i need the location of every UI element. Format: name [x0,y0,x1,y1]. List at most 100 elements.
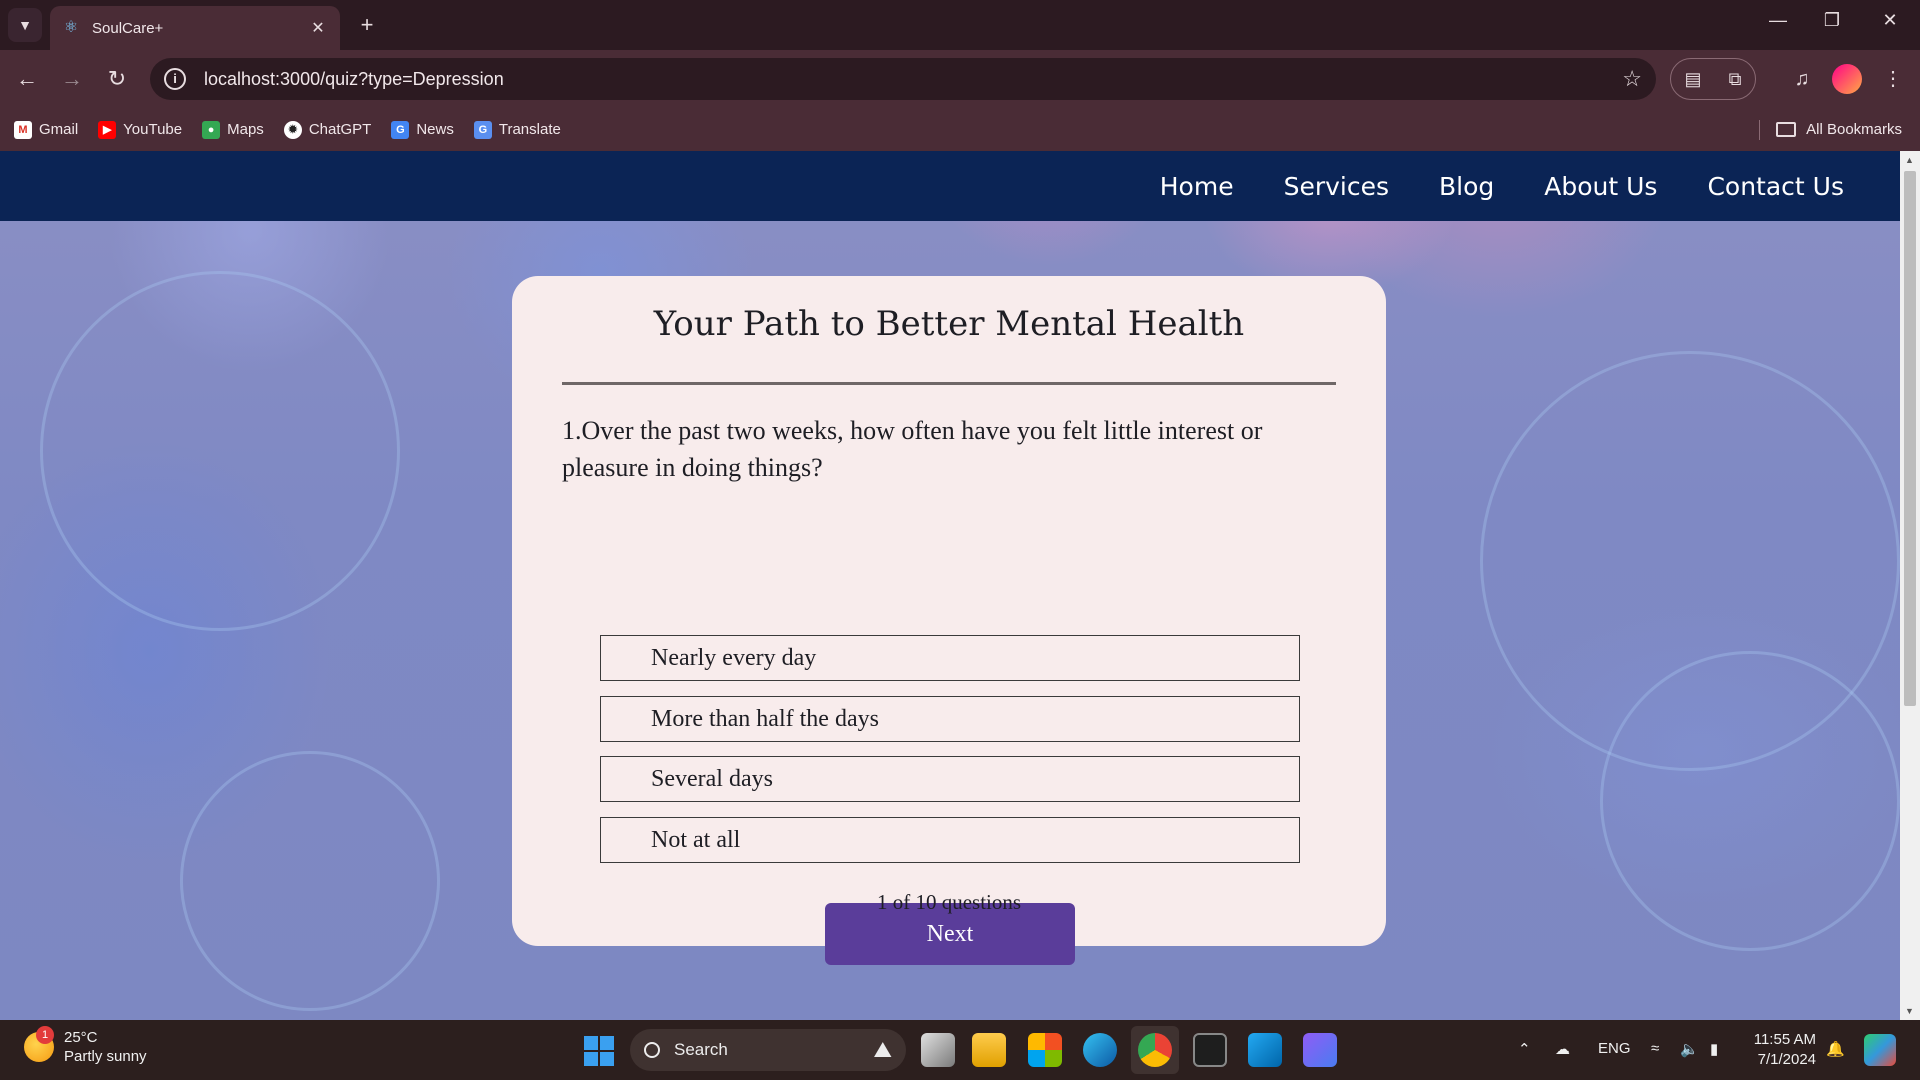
scroll-up-arrow-icon[interactable]: ▲ [1905,155,1914,165]
nav-about-us[interactable]: About Us [1544,172,1657,201]
bookmark-gmail[interactable]: M Gmail [14,120,79,139]
youtube-icon: ▶ [98,120,117,139]
news-icon: G [391,120,410,139]
weather-badge: 1 [36,1026,54,1044]
search-icon [644,1042,660,1058]
battery-icon[interactable]: ▮ [1710,1040,1718,1058]
title-divider [562,382,1336,385]
volume-icon[interactable]: 🔈 [1680,1040,1699,1058]
vscode-icon[interactable] [1248,1033,1282,1067]
browser-tab-bar: ▼ ⚛ SoulCare+ ✕ + — ❐ ✕ [0,0,1920,50]
translate-icon: G [473,120,492,139]
microsoft-store-icon[interactable] [1028,1033,1062,1067]
tab-title: SoulCare+ [92,19,164,37]
quiz-question: 1.Over the past two weeks, how often hav… [562,416,1263,482]
chrome-icon[interactable] [1138,1033,1172,1067]
taskbar-search-label: Search [674,1040,728,1059]
terminal-icon[interactable] [1193,1033,1227,1067]
site-navbar: Home Services Blog About Us Contact Us [0,151,1900,221]
file-explorer-icon[interactable] [972,1033,1006,1067]
minimize-icon[interactable]: — [1758,10,1798,31]
weather-widget[interactable]: 1 25°C Partly sunny [24,1026,147,1066]
bookmark-label: News [416,121,454,138]
windows-start-icon[interactable] [584,1036,614,1066]
all-bookmarks-label: All Bookmarks [1806,121,1902,138]
react-favicon-icon: ⚛ [63,19,79,36]
nav-home[interactable]: Home [1160,172,1234,201]
notifications-bell-icon[interactable]: 🔔 [1826,1040,1845,1058]
quiz-card: Your Path to Better Mental Health 1.Over… [512,276,1386,965]
background-swirl [180,751,440,1011]
partly-sunny-icon: 1 [24,1026,54,1062]
reading-mode-icon[interactable]: ▤ [1685,69,1702,90]
bookmark-label: YouTube [123,121,183,138]
nav-contact-us[interactable]: Contact Us [1707,172,1844,201]
scroll-down-arrow-icon[interactable]: ▼ [1905,1006,1914,1016]
reload-icon[interactable]: ↻ [102,64,132,94]
copilot-icon[interactable] [1864,1034,1896,1066]
photos-icon[interactable] [1303,1033,1337,1067]
media-control-icon[interactable]: ♫ [1787,64,1817,94]
address-bar[interactable]: i localhost:3000/quiz?type=Depression ☆ [150,58,1656,100]
background-swirl [40,271,400,631]
restore-icon[interactable]: ❐ [1812,10,1852,31]
browser-tab[interactable]: ⚛ SoulCare+ ✕ [50,6,340,50]
bookmark-translate[interactable]: G Translate [473,120,561,139]
page-scrollbar[interactable]: ▲ ▼ [1900,151,1920,1020]
window-close-icon[interactable]: ✕ [1870,10,1910,31]
address-url[interactable]: localhost:3000/quiz?type=Depression [204,69,1622,90]
answer-option[interactable]: Nearly every day [600,635,1300,681]
scrollbar-thumb[interactable] [1904,171,1916,706]
profile-avatar[interactable] [1832,64,1862,94]
chatgpt-icon: ✹ [283,120,302,139]
gmail-icon: M [14,120,32,139]
taskbar-search[interactable]: Search ⛰ [630,1029,906,1071]
back-arrow-icon[interactable]: ← [12,64,42,94]
folder-icon [1776,122,1797,137]
quiz-title: Your Path to Better Mental Health [653,304,1245,344]
all-bookmarks-button[interactable]: All Bookmarks [1776,108,1902,151]
browser-toolbar: ← → ↻ i localhost:3000/quiz?type=Depress… [0,50,1920,108]
nav-services[interactable]: Services [1284,172,1389,201]
extensions-puzzle-icon[interactable]: ⧉ [1729,69,1742,90]
bookmark-chatgpt[interactable]: ✹ ChatGPT [283,120,372,139]
bookmark-label: Maps [227,121,264,138]
extensions-group: ▤ ⧉ [1670,58,1756,100]
bookmark-label: ChatGPT [308,121,372,138]
answer-option[interactable]: Not at all [600,817,1300,863]
search-highlight-icon: ⛰ [873,1037,892,1062]
bookmark-youtube[interactable]: ▶ YouTube [98,120,183,139]
maps-icon: ● [202,120,221,139]
tab-close-icon[interactable]: ✕ [308,18,328,38]
site-info-icon[interactable]: i [164,68,186,90]
input-language[interactable]: ENG [1598,1040,1631,1057]
nav-blog[interactable]: Blog [1439,172,1494,201]
new-tab-plus-icon[interactable]: + [354,12,380,38]
bookmarks-divider [1759,120,1760,140]
bookmark-news[interactable]: G News [391,120,454,139]
answer-option[interactable]: Several days [600,756,1300,802]
system-clock[interactable]: 11:55 AM 7/1/2024 [1752,1030,1816,1070]
bookmark-label: Gmail [39,121,79,138]
browser-menu-kebab-icon[interactable]: ⋮ [1878,64,1908,94]
bookmark-maps[interactable]: ● Maps [202,120,264,139]
background-swirl [1600,651,1900,951]
bookmark-star-icon[interactable]: ☆ [1622,66,1642,92]
task-view-icon[interactable] [921,1033,955,1067]
wifi-icon[interactable]: ≈ [1651,1040,1659,1057]
show-hidden-icons-chevron-icon[interactable]: ⌃ [1518,1040,1531,1058]
windows-taskbar: 1 25°C Partly sunny Search ⛰ ⌃ ☁ ENG ≈ 🔈… [0,1020,1920,1080]
clock-date: 7/1/2024 [1757,1051,1816,1068]
question-progress: 1 of 10 questions [876,890,1022,914]
tab-search-chevron-icon[interactable]: ▼ [8,8,42,42]
bookmarks-bar: M Gmail ▶ YouTube ● Maps ✹ ChatGPT G New… [0,108,1920,151]
bookmark-label: Translate [498,121,561,138]
edge-browser-icon[interactable] [1083,1033,1117,1067]
clock-time: 11:55 AM [1753,1031,1816,1048]
onedrive-icon[interactable]: ☁ [1555,1040,1570,1058]
weather-temperature: 25°C [64,1029,98,1046]
forward-arrow-icon[interactable]: → [57,64,87,94]
page-viewport: Home Services Blog About Us Contact Us Y… [0,151,1900,1020]
answer-option[interactable]: More than half the days [600,696,1300,742]
weather-condition: Partly sunny [64,1048,147,1065]
